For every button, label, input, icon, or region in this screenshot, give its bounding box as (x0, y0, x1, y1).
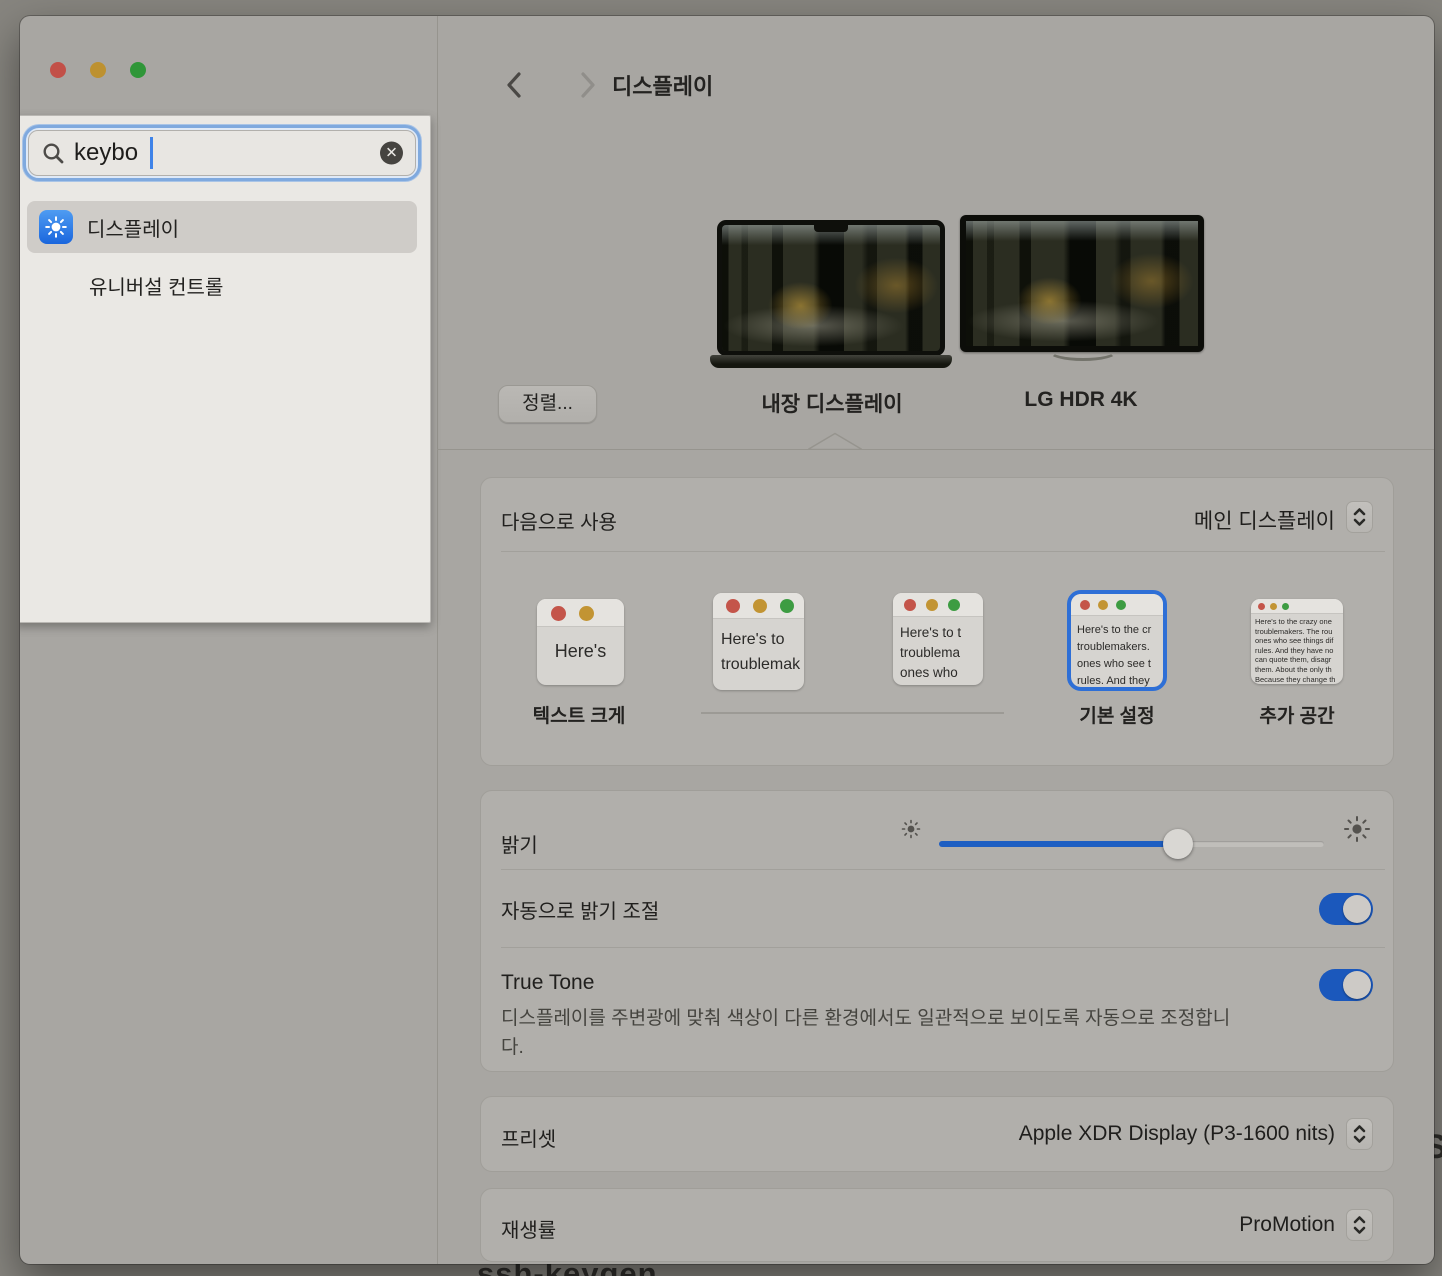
sun-small-icon (901, 819, 921, 839)
back-chevron-icon[interactable] (500, 68, 530, 102)
minimize-window-button[interactable] (90, 62, 106, 78)
row-divider (501, 947, 1385, 948)
scaling-label-more-space: 추가 공간 (1222, 701, 1372, 728)
brightness-slider-track[interactable] (939, 841, 1324, 847)
scaling-label-larger-text: 텍스트 크게 (504, 701, 654, 728)
selected-display-pointer (808, 432, 862, 450)
preset-label: 프리셋 (501, 1123, 556, 1152)
sidebar-divider (437, 16, 438, 1264)
scaling-track-line (701, 712, 1004, 714)
scaling-option-more-space[interactable]: Here's to the crazy one troublemakers. T… (1251, 599, 1343, 684)
zoom-window-button[interactable] (130, 62, 146, 78)
search-result-universal-control[interactable]: 유니버설 컨트롤 (27, 263, 417, 307)
builtin-display-thumbnail[interactable] (717, 220, 945, 356)
monitor-stand (1048, 341, 1118, 361)
arrange-button[interactable]: 정렬... (498, 385, 597, 423)
laptop-notch (814, 225, 848, 232)
laptop-base (710, 355, 952, 368)
true-tone-toggle[interactable] (1319, 969, 1373, 1001)
section-divider (437, 449, 1434, 450)
wallpaper-forest (722, 225, 940, 351)
use-as-value: 메인 디스플레이 (1194, 505, 1335, 535)
brightness-slider-fill (939, 841, 1178, 847)
scaling-option-3[interactable]: Here's to t troublema ones who (893, 593, 983, 685)
system-settings-window: ✕ 디스플레이 유니버설 컨트롤 (20, 16, 1434, 1264)
search-result-label: 유니버설 컨트롤 (89, 271, 223, 300)
external-display-label: LG HDR 4K (968, 388, 1194, 412)
refresh-rate-label: 재생률 (501, 1214, 556, 1243)
scaling-option-larger-text[interactable]: Here's (537, 599, 624, 685)
display-brightness-icon (39, 210, 73, 244)
forward-chevron-icon[interactable] (572, 68, 602, 102)
search-result-display[interactable]: 디스플레이 (27, 201, 417, 253)
auto-brightness-label: 자동으로 밝기 조절 (501, 895, 659, 924)
preset-dropdown[interactable] (1346, 1118, 1373, 1150)
page-title: 디스플레이 (612, 69, 713, 101)
search-result-label: 디스플레이 (87, 213, 179, 242)
search-field-focus-ring: ✕ (23, 125, 421, 181)
scaling-label-default: 기본 설정 (1042, 701, 1192, 728)
text-caret (150, 137, 153, 169)
refresh-rate-dropdown[interactable] (1346, 1209, 1373, 1241)
row-divider (501, 551, 1385, 552)
search-results-popover: ✕ 디스플레이 유니버설 컨트롤 (20, 115, 431, 623)
brightness-label: 밝기 (501, 829, 538, 858)
scaling-option-2[interactable]: Here's to troublemak (713, 593, 804, 690)
close-window-button[interactable] (50, 62, 66, 78)
clear-search-icon[interactable]: ✕ (380, 142, 403, 165)
external-display-thumbnail[interactable] (960, 215, 1204, 352)
use-as-group: 다음으로 사용 메인 디스플레이 Here's Here's to troubl… (480, 477, 1394, 766)
preset-value: Apple XDR Display (P3-1600 nits) (1019, 1122, 1335, 1146)
auto-brightness-toggle[interactable] (1319, 893, 1373, 925)
builtin-display-label: 내장 디스플레이 (719, 388, 945, 418)
scaling-option-default[interactable]: Here's to the cr troublemakers. ones who… (1071, 594, 1163, 687)
true-tone-description: 디스플레이를 주변광에 맞춰 색상이 다른 환경에서도 일관적으로 보이도록 자… (501, 1004, 1241, 1062)
brightness-group: 밝기 (480, 790, 1394, 1072)
refresh-rate-group: 재생률 ProMotion (480, 1188, 1394, 1262)
refresh-rate-value: ProMotion (1239, 1213, 1335, 1237)
true-tone-label: True Tone (501, 971, 594, 995)
brightness-slider-knob[interactable] (1163, 829, 1193, 859)
sun-large-icon (1343, 815, 1371, 843)
wallpaper-forest (966, 221, 1198, 346)
use-as-label: 다음으로 사용 (501, 506, 617, 535)
search-input[interactable] (74, 139, 344, 167)
use-as-dropdown[interactable] (1346, 501, 1373, 533)
row-divider (501, 869, 1385, 870)
search-field[interactable]: ✕ (28, 130, 416, 176)
preset-group: 프리셋 Apple XDR Display (P3-1600 nits) (480, 1096, 1394, 1172)
search-icon (42, 142, 65, 165)
